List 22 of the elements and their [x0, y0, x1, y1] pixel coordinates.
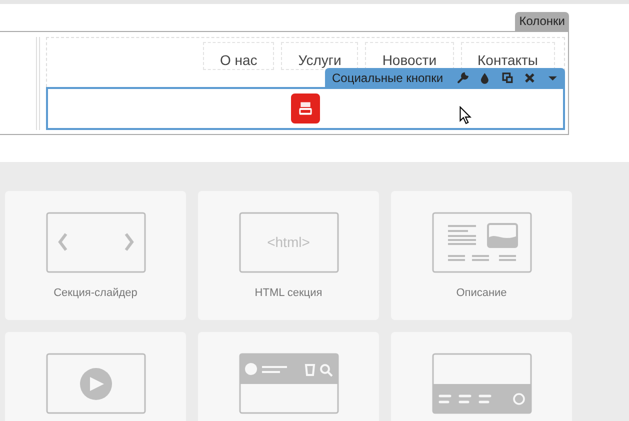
menu-item[interactable]: О нас	[202, 42, 274, 70]
template-label: HTML секция	[254, 287, 322, 299]
template-card[interactable]: <html> HTML секция	[198, 191, 379, 320]
template-card[interactable]: Описание	[391, 191, 572, 320]
video-play-button-icon[interactable]	[291, 93, 320, 124]
code-tag-text: <html>	[266, 234, 311, 250]
template-label: Описание	[456, 287, 507, 299]
footer-thumbnail-icon	[432, 353, 532, 414]
selected-block[interactable]	[46, 87, 565, 130]
copy-icon[interactable]	[500, 70, 514, 84]
block-title: Социальные кнопки	[332, 70, 444, 84]
video-thumbnail-icon	[46, 353, 146, 414]
text-image-thumbnail-icon	[432, 212, 532, 273]
template-card[interactable]: Секция-слайдер	[5, 191, 186, 320]
wrench-icon[interactable]	[456, 70, 470, 84]
template-label: Секция-слайдер	[54, 287, 138, 299]
mouse-pointer-icon	[459, 106, 472, 125]
html-thumbnail-icon	[238, 212, 338, 273]
header-thumbnail-icon	[238, 353, 338, 414]
slider-thumbnail-icon	[46, 212, 146, 273]
close-icon[interactable]	[523, 70, 537, 84]
frame-tab[interactable]: Колонки	[515, 12, 569, 31]
